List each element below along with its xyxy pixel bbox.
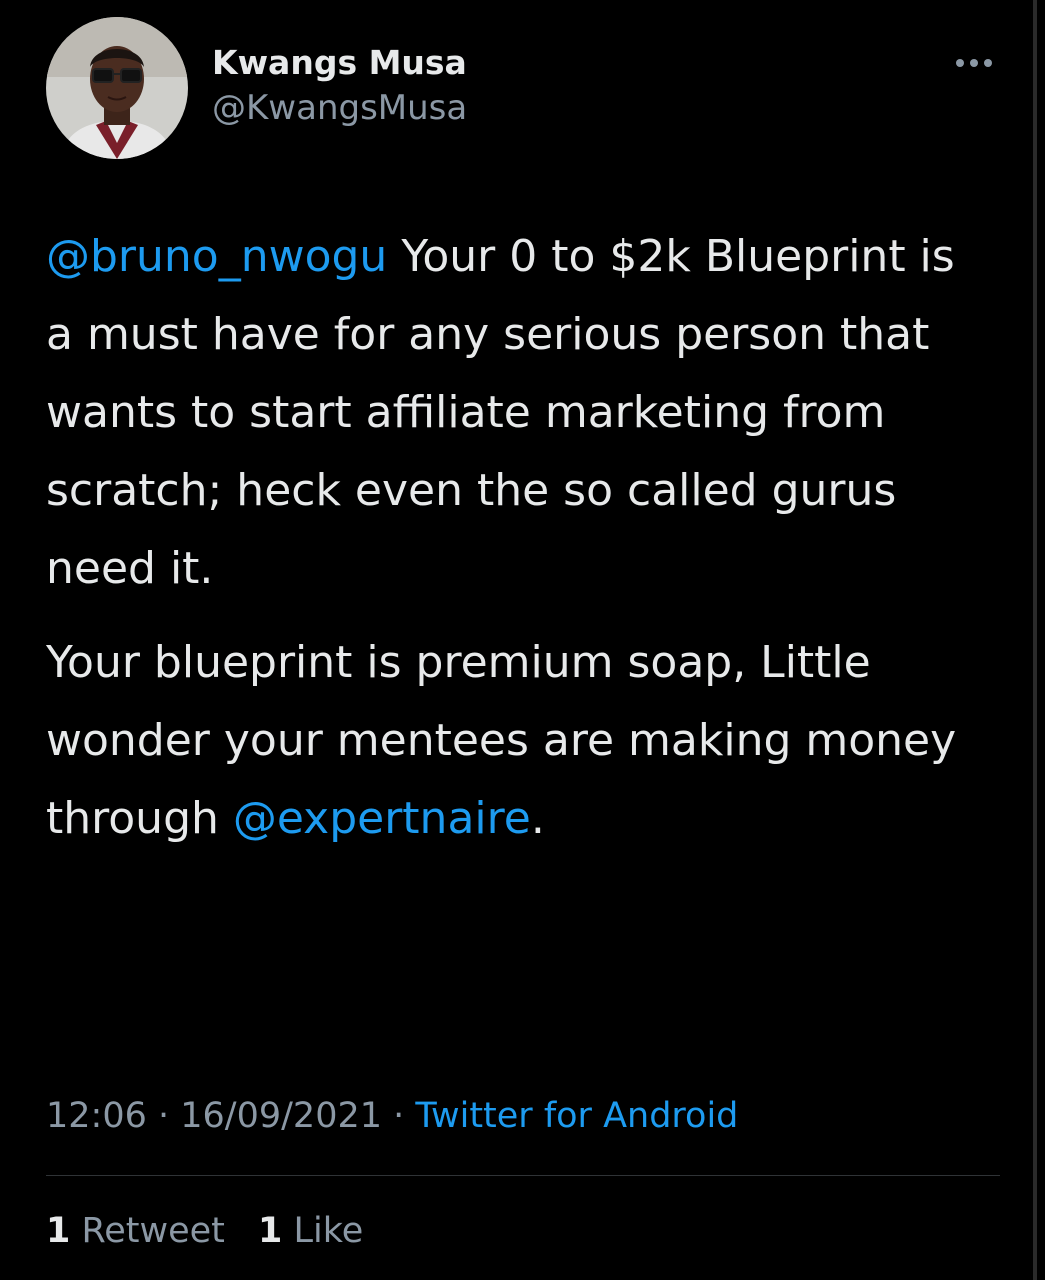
meta-separator: · [146, 1096, 181, 1136]
divider [46, 1175, 1000, 1176]
tweet-time[interactable]: 12:06 [46, 1096, 147, 1136]
tweet-text: @bruno_nwogu Your 0 to $2k Blueprint is … [46, 218, 981, 858]
retweets-label: Retweet [70, 1211, 225, 1251]
likes-label: Like [282, 1211, 364, 1251]
mention-link[interactable]: @expertnaire [233, 793, 531, 844]
scrollbar[interactable] [1033, 0, 1037, 1280]
author-display-name[interactable]: Kwangs Musa [212, 41, 467, 85]
tweet-stats: 1 Retweet 1 Like [46, 1206, 385, 1256]
tweet-text-segment: Your 0 to $2k Blueprint is a must have f… [46, 231, 955, 594]
mention-link[interactable]: @bruno_nwogu [46, 231, 387, 282]
tweet-source-link[interactable]: Twitter for Android [415, 1096, 738, 1136]
retweets-stat[interactable]: 1 Retweet [46, 1206, 225, 1256]
author-names: Kwangs Musa @KwangsMusa [212, 41, 467, 131]
avatar[interactable] [46, 17, 188, 159]
tweet-paragraph: Your blueprint is premium soap, Little w… [46, 624, 981, 858]
retweets-count: 1 [46, 1211, 71, 1251]
meta-separator: · [382, 1096, 416, 1136]
tweet-text-trailing: . [530, 793, 545, 844]
avatar-photo [46, 17, 188, 159]
likes-stat[interactable]: 1 Like [258, 1206, 363, 1256]
more-options-button[interactable] [950, 51, 998, 75]
author-handle[interactable]: @KwangsMusa [212, 85, 467, 131]
tweet-date[interactable]: 16/09/2021 [180, 1096, 382, 1136]
tweet-paragraph: @bruno_nwogu Your 0 to $2k Blueprint is … [46, 218, 981, 608]
tweet-meta: 12:06 · 16/09/2021 · Twitter for Android [46, 1092, 738, 1140]
likes-count: 1 [258, 1211, 283, 1251]
more-horizontal-icon [956, 59, 992, 67]
tweet-header: Kwangs Musa @KwangsMusa [46, 17, 1006, 159]
